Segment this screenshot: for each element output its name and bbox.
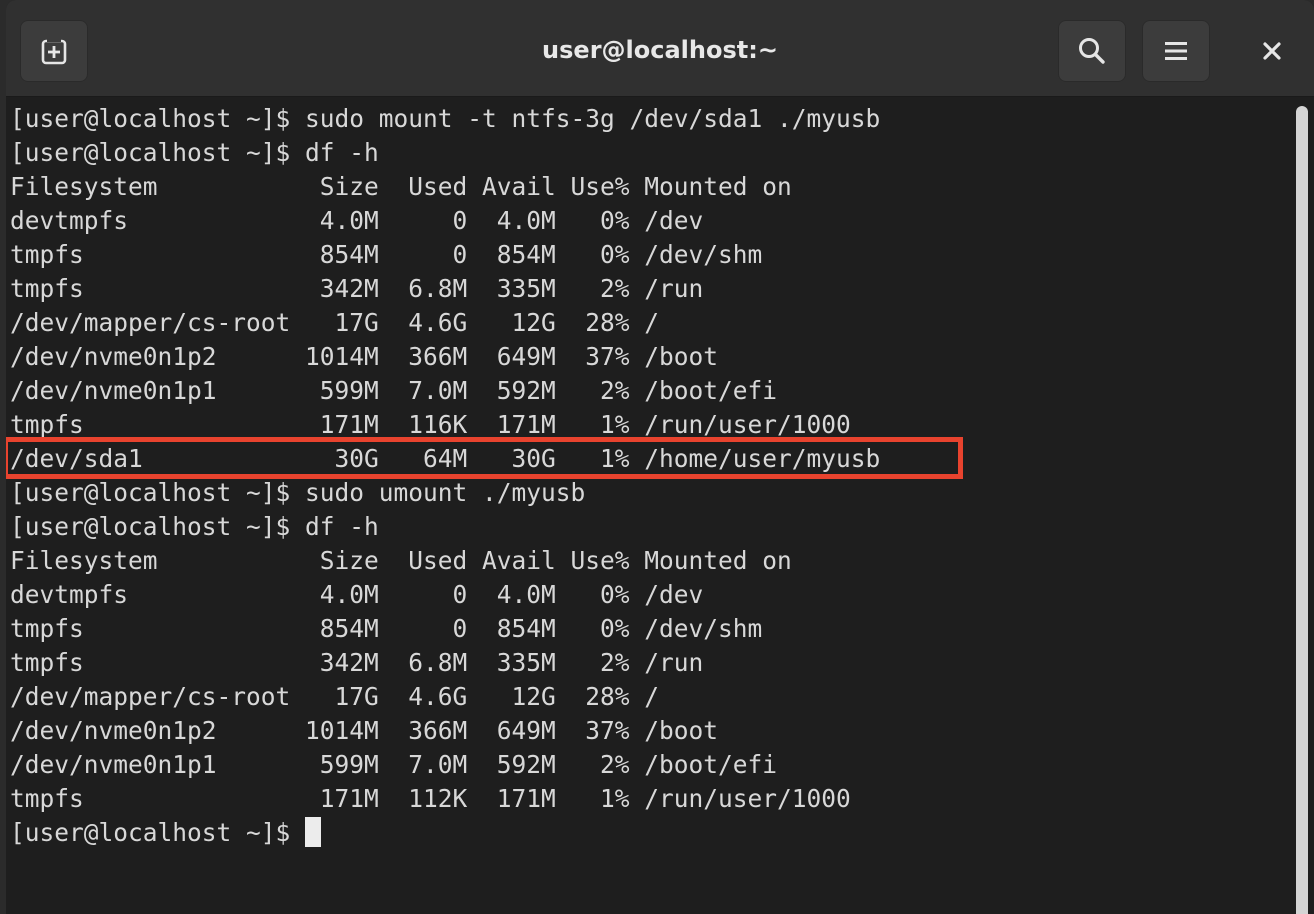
terminal-line: tmpfs 342M 6.8M 335M 2% /run bbox=[10, 648, 704, 677]
prompt-text: [user@localhost ~]$ bbox=[10, 818, 306, 847]
terminal-line: tmpfs 854M 0 854M 0% /dev/shm bbox=[10, 240, 763, 269]
terminal-line: Filesystem Size Used Avail Use% Mounted … bbox=[10, 172, 792, 201]
search-button[interactable] bbox=[1058, 20, 1126, 82]
terminal-line: /dev/nvme0n1p1 599M 7.0M 592M 2% /boot/e… bbox=[10, 376, 778, 405]
terminal-line: Filesystem Size Used Avail Use% Mounted … bbox=[10, 546, 792, 575]
highlight-box bbox=[6, 437, 963, 479]
main-menu-button[interactable] bbox=[1142, 20, 1210, 82]
terminal-line: devtmpfs 4.0M 0 4.0M 0% /dev bbox=[10, 580, 704, 609]
terminal-line: tmpfs 171M 112K 171M 1% /run/user/1000 bbox=[10, 784, 851, 813]
terminal-window: user@localhost:~ [user@localhost ~]$ sud… bbox=[6, 0, 1314, 914]
terminal-line: [user@localhost ~]$ df -h bbox=[10, 138, 379, 167]
terminal-line: tmpfs 854M 0 854M 0% /dev/shm bbox=[10, 614, 763, 643]
close-window-button[interactable] bbox=[1242, 20, 1302, 82]
terminal-output[interactable]: [user@localhost ~]$ sudo mount -t ntfs-3… bbox=[6, 102, 1290, 914]
terminal-line: /dev/mapper/cs-root 17G 4.6G 12G 28% / bbox=[10, 308, 660, 337]
header-bar: user@localhost:~ bbox=[6, 0, 1314, 97]
terminal-line: tmpfs 342M 6.8M 335M 2% /run bbox=[10, 274, 704, 303]
terminal-line: [user@localhost ~]$ df -h bbox=[10, 512, 379, 541]
terminal-line: /dev/nvme0n1p2 1014M 366M 649M 37% /boot bbox=[10, 716, 719, 745]
text-cursor bbox=[305, 817, 322, 847]
new-tab-button[interactable] bbox=[20, 20, 88, 82]
terminal-line: /dev/nvme0n1p1 599M 7.0M 592M 2% /boot/e… bbox=[10, 750, 778, 779]
terminal-line: [user@localhost ~]$ sudo umount ./myusb bbox=[10, 478, 586, 507]
terminal-line: devtmpfs 4.0M 0 4.0M 0% /dev bbox=[10, 206, 704, 235]
terminal-line: [user@localhost ~]$ sudo mount -t ntfs-3… bbox=[10, 104, 881, 133]
terminal-prompt-line: [user@localhost ~]$ bbox=[10, 816, 322, 850]
scrollbar-thumb[interactable] bbox=[1296, 106, 1308, 914]
terminal-line: /dev/mapper/cs-root 17G 4.6G 12G 28% / bbox=[10, 682, 660, 711]
terminal-line: /dev/nvme0n1p2 1014M 366M 649M 37% /boot bbox=[10, 342, 719, 371]
scrollbar[interactable] bbox=[1294, 102, 1310, 914]
